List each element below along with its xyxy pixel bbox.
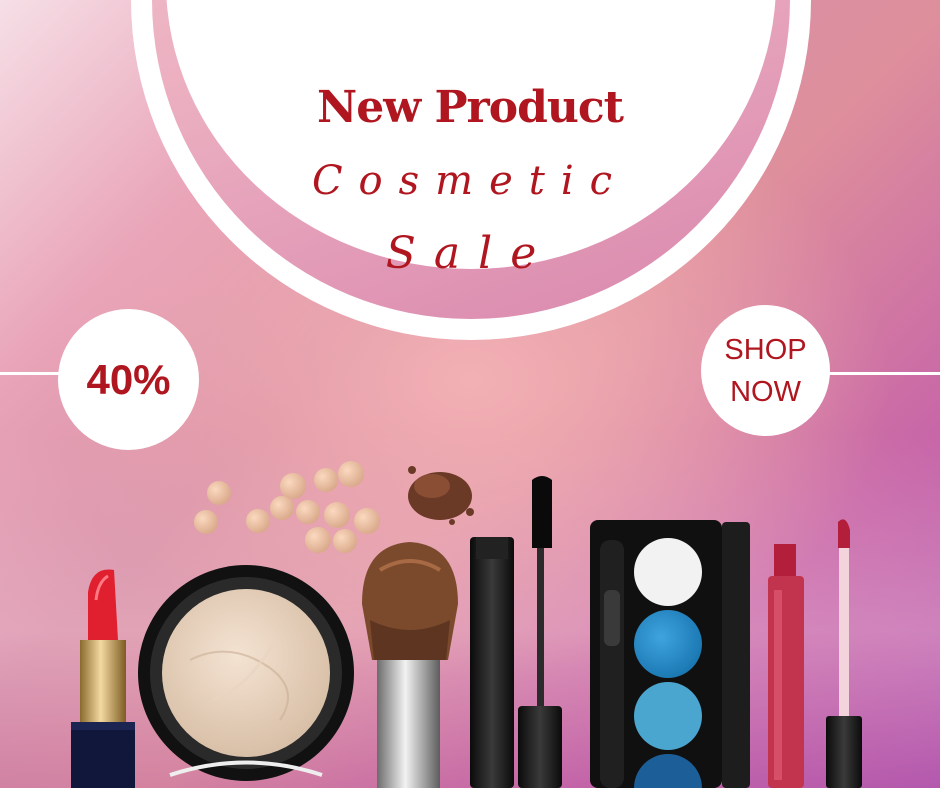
lip-gloss-icon (768, 519, 862, 788)
beauty-pearls-icon (194, 461, 380, 553)
eyeshadow-palette-icon (590, 520, 750, 788)
loose-powder-icon (408, 466, 474, 525)
cosmetics-products (71, 461, 862, 788)
makeup-brush-icon (362, 542, 458, 788)
mascara-icon (470, 476, 562, 788)
lipstick-icon (71, 569, 135, 788)
compact-powder-icon (138, 565, 354, 781)
